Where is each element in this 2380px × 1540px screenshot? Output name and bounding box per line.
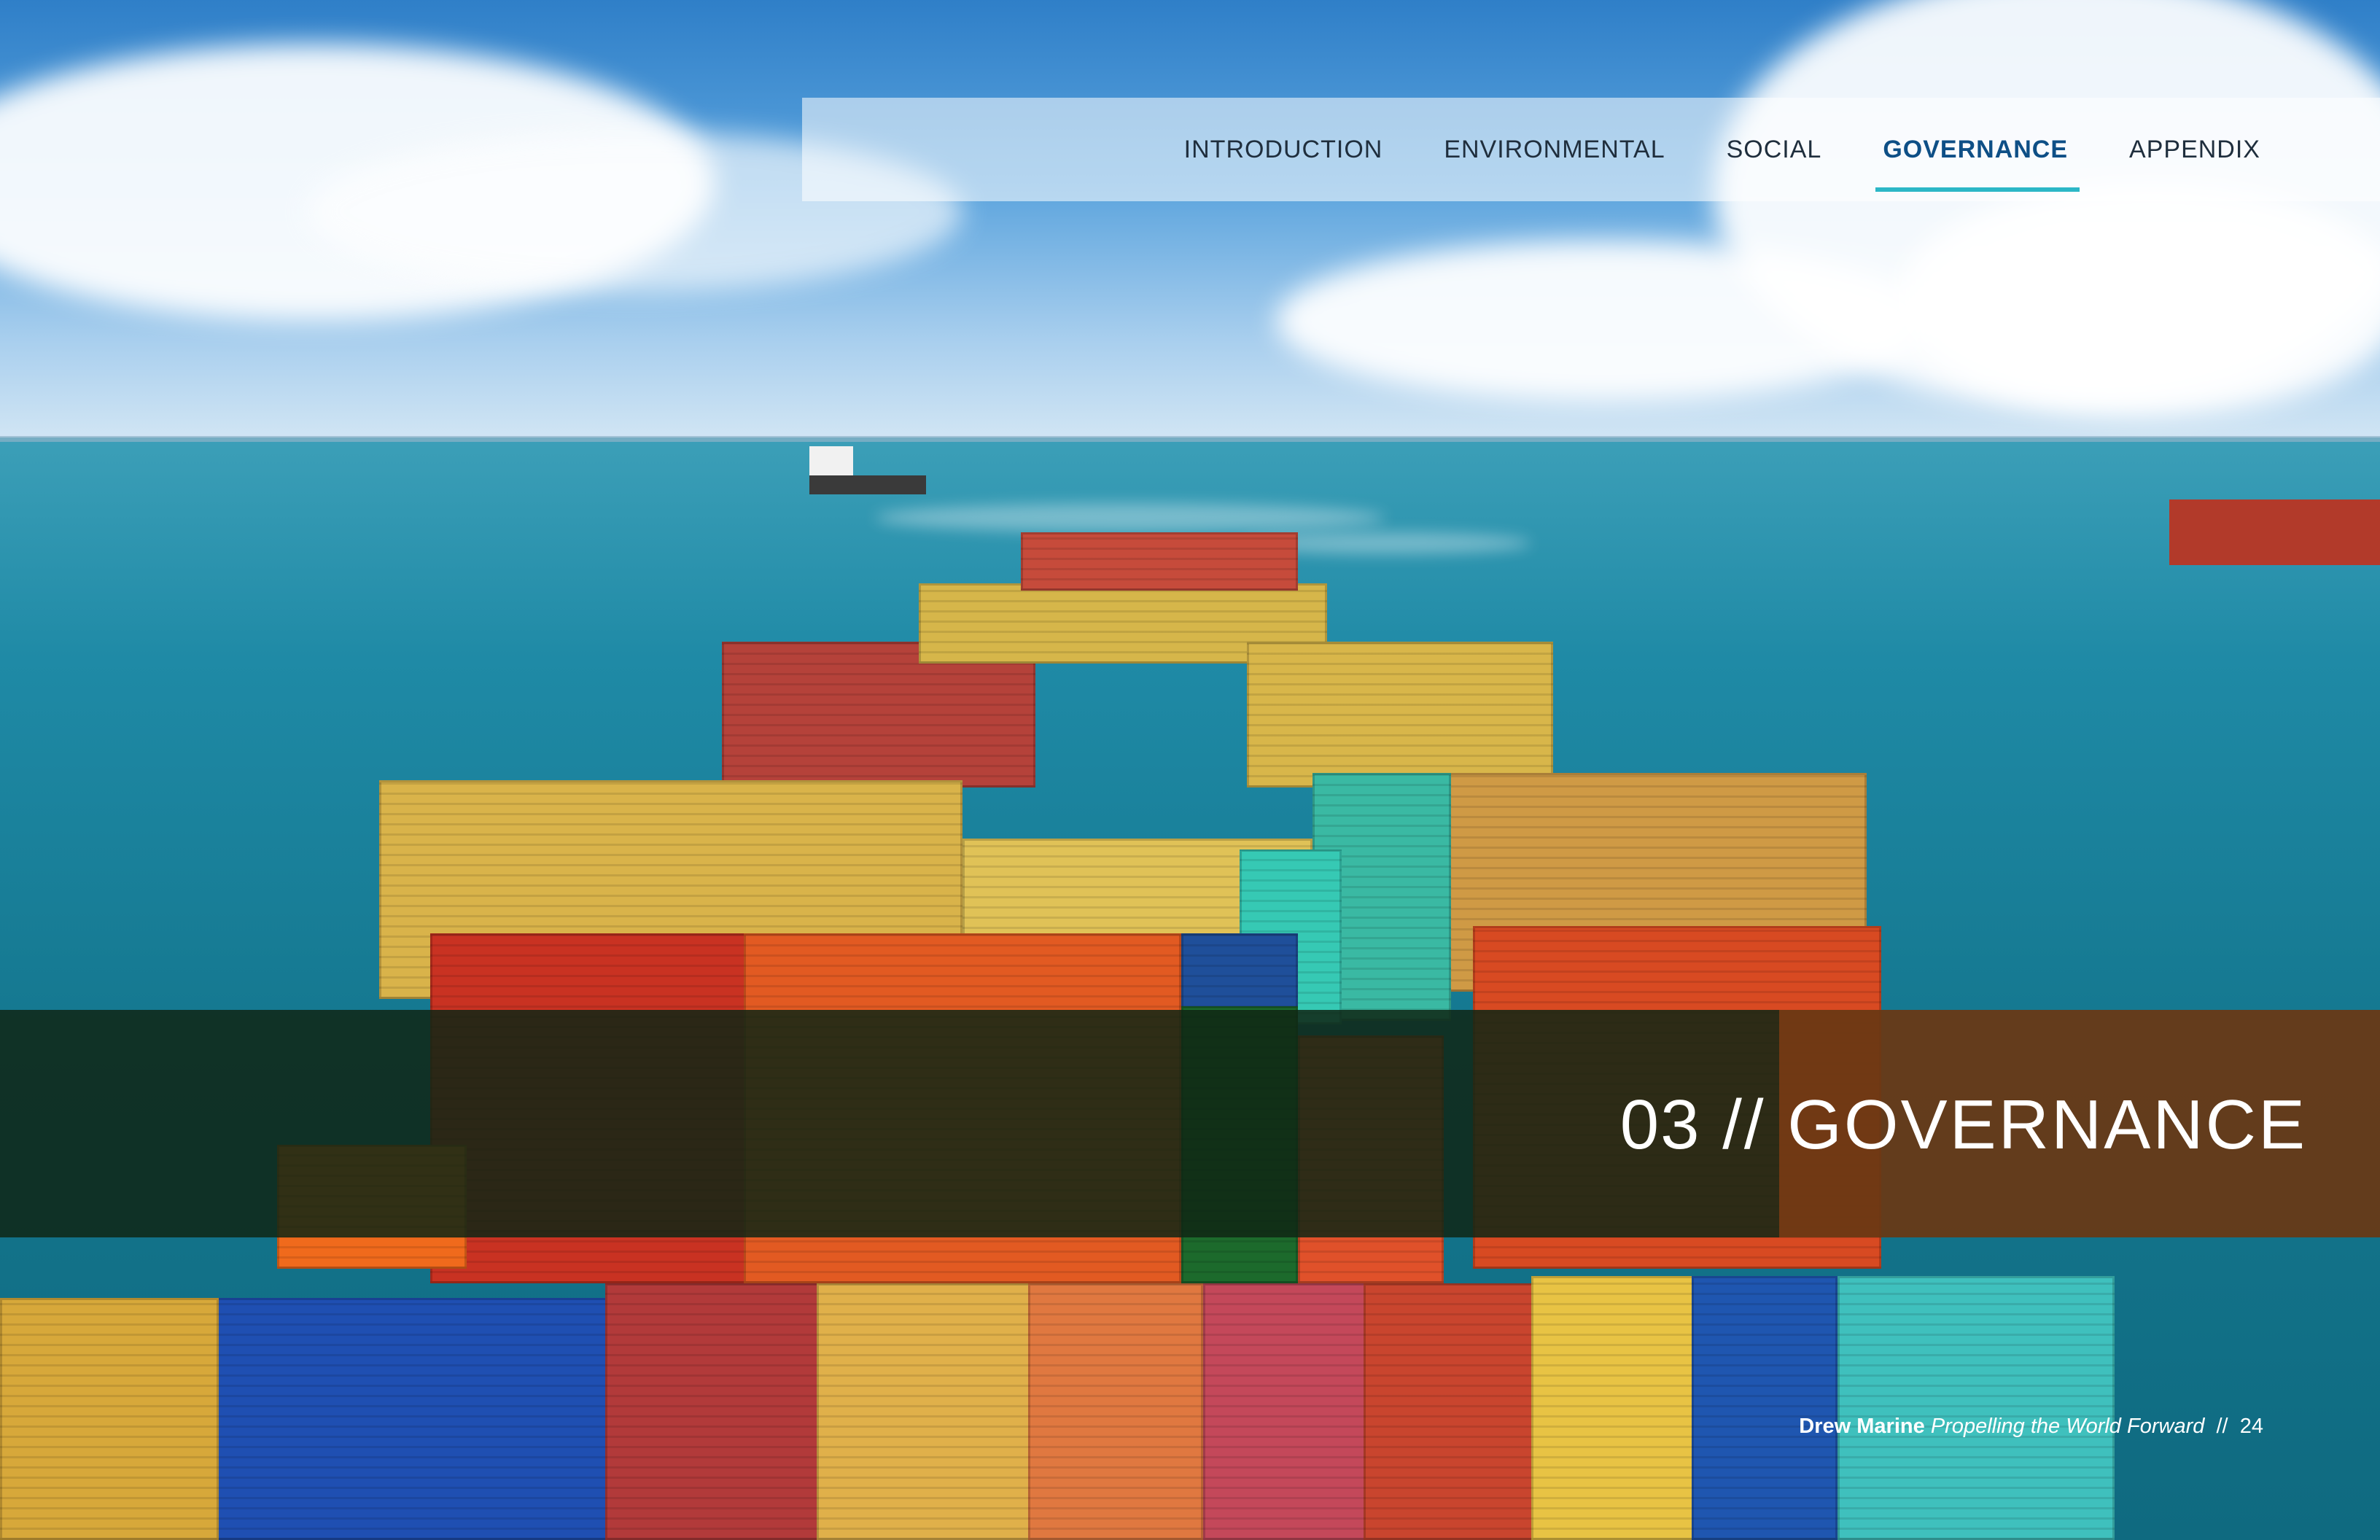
nav-item-appendix[interactable]: Appendix — [2129, 136, 2260, 164]
container-stack — [1028, 1283, 1203, 1540]
container-stack — [1203, 1283, 1371, 1540]
section-separator: // — [1722, 1086, 1766, 1164]
nav-item-governance[interactable]: Governance — [1875, 136, 2080, 192]
container-stack — [1364, 1283, 1539, 1540]
horizon — [0, 436, 2380, 442]
ship — [809, 446, 926, 497]
container-stack — [1531, 1276, 1699, 1540]
wake — [875, 503, 1385, 532]
background-photo — [0, 0, 2380, 1540]
container-stack — [0, 1298, 219, 1540]
page-number: 24 — [2239, 1415, 2263, 1438]
nav-menu: Introduction Environmental Social Govern… — [1184, 98, 2260, 201]
section-number: 03 — [1619, 1086, 1701, 1164]
footer-brand: Drew Marine — [1799, 1415, 1925, 1438]
section-name: Governance — [1787, 1086, 2307, 1164]
top-navigation: Introduction Environmental Social Govern… — [802, 98, 2380, 201]
page-footer: Drew Marine Propelling the World Forward… — [1799, 1415, 2263, 1439]
container-stack — [817, 1283, 1035, 1540]
ship — [2169, 499, 2380, 565]
container-stack — [1838, 1276, 2115, 1540]
container-stack — [1692, 1276, 1838, 1540]
container-stack — [722, 642, 1035, 788]
footer-separator: // — [2216, 1415, 2228, 1438]
container-stack — [1247, 642, 1553, 788]
container-stack — [1021, 532, 1298, 591]
section-title: 03 // Governance — [1620, 1085, 2307, 1165]
nav-item-social[interactable]: Social — [1727, 136, 1822, 164]
footer-tagline: Propelling the World Forward — [1930, 1415, 2205, 1438]
nav-item-environmental[interactable]: Environmental — [1444, 136, 1665, 164]
nav-item-introduction[interactable]: Introduction — [1184, 136, 1383, 164]
cloud — [1896, 182, 2380, 416]
